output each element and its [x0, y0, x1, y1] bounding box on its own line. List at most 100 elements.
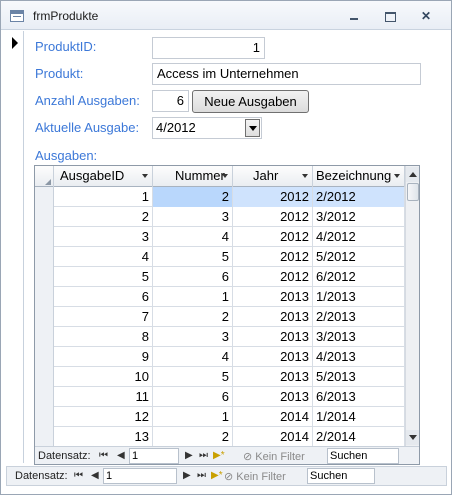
table-cell[interactable]: 2 — [153, 187, 233, 207]
table-cell[interactable]: 7 — [54, 307, 153, 327]
table-cell[interactable]: 2012 — [233, 267, 313, 287]
scroll-down-icon[interactable] — [406, 430, 419, 445]
maximize-button[interactable] — [383, 10, 397, 22]
close-button[interactable]: ✕ — [419, 10, 433, 22]
produktid-field[interactable]: 1 — [152, 37, 265, 59]
neue-ausgaben-button[interactable]: Neue Ausgaben — [192, 90, 309, 113]
table-cell[interactable]: 3 — [153, 207, 233, 227]
row-selector[interactable] — [35, 227, 54, 247]
table-cell[interactable]: 4 — [54, 247, 153, 267]
table-cell[interactable]: 2012 — [233, 247, 313, 267]
table-cell[interactable]: 2013 — [233, 347, 313, 367]
subform-filter-indicator[interactable]: ⊘ Kein Filter — [243, 450, 305, 463]
table-cell[interactable]: 2 — [153, 307, 233, 327]
table-cell[interactable]: 4 — [153, 347, 233, 367]
table-cell[interactable]: 12 — [54, 407, 153, 427]
new-record-icon[interactable]: ▶* — [213, 450, 225, 461]
table-cell[interactable]: 2013 — [233, 327, 313, 347]
table-row[interactable]: 1 2 2012 2/2012 — [35, 187, 405, 207]
row-selector[interactable] — [35, 187, 54, 207]
last-record-icon[interactable]: ⏭ — [197, 470, 206, 481]
previous-record-icon[interactable]: ◀ — [91, 470, 99, 481]
record-selector[interactable] — [6, 31, 24, 463]
table-cell[interactable]: 2012 — [233, 187, 313, 207]
subform-search-box[interactable]: Suchen — [327, 448, 399, 464]
main-search-box[interactable]: Suchen — [307, 468, 375, 484]
scroll-up-icon[interactable] — [406, 167, 419, 182]
table-row[interactable]: 11 6 2013 6/2013 — [35, 387, 405, 407]
chevron-down-icon[interactable] — [245, 119, 260, 137]
table-cell[interactable]: 1 — [153, 287, 233, 307]
aktuelle-ausgabe-combo[interactable]: 4/2012 — [152, 117, 262, 139]
table-cell[interactable]: 2014 — [233, 427, 313, 447]
table-row[interactable]: 2 3 2012 3/2012 — [35, 207, 405, 227]
table-cell[interactable]: 5 — [54, 267, 153, 287]
first-record-icon[interactable]: ⏮ — [99, 450, 108, 461]
table-cell[interactable]: 3/2013 — [313, 327, 405, 347]
table-cell[interactable]: 6 — [153, 387, 233, 407]
row-selector[interactable] — [35, 427, 54, 447]
table-cell[interactable]: 4/2013 — [313, 347, 405, 367]
select-all-corner[interactable] — [35, 166, 54, 187]
row-selector[interactable] — [35, 387, 54, 407]
table-cell[interactable]: 2013 — [233, 367, 313, 387]
table-cell[interactable]: 9 — [54, 347, 153, 367]
minimize-button[interactable] — [347, 10, 361, 22]
table-row[interactable]: 3 4 2012 4/2012 — [35, 227, 405, 247]
column-header-jahr[interactable]: Jahr — [233, 166, 313, 187]
table-row[interactable]: 5 6 2012 6/2012 — [35, 267, 405, 287]
table-cell[interactable]: 2/2013 — [313, 307, 405, 327]
row-selector[interactable] — [35, 347, 54, 367]
table-cell[interactable]: 1 — [54, 187, 153, 207]
row-selector[interactable] — [35, 287, 54, 307]
row-selector[interactable] — [35, 207, 54, 227]
table-row[interactable]: 4 5 2012 5/2012 — [35, 247, 405, 267]
row-selector[interactable] — [35, 407, 54, 427]
new-record-icon[interactable]: ▶* — [211, 470, 223, 481]
subform-record-number[interactable]: 1 — [129, 448, 179, 464]
table-cell[interactable]: 2012 — [233, 207, 313, 227]
table-cell[interactable]: 13 — [54, 427, 153, 447]
table-cell[interactable]: 10 — [54, 367, 153, 387]
main-record-number[interactable]: 1 — [103, 468, 177, 484]
table-cell[interactable]: 2012 — [233, 227, 313, 247]
table-cell[interactable]: 3 — [153, 327, 233, 347]
next-record-icon[interactable]: ▶ — [183, 470, 191, 481]
table-row[interactable]: 6 1 2013 1/2013 — [35, 287, 405, 307]
table-cell[interactable]: 6/2013 — [313, 387, 405, 407]
main-filter-indicator[interactable]: ⊘ Kein Filter — [224, 470, 286, 483]
table-cell[interactable]: 2013 — [233, 387, 313, 407]
row-selector[interactable] — [35, 367, 54, 387]
row-selector[interactable] — [35, 307, 54, 327]
table-cell[interactable]: 3/2012 — [313, 207, 405, 227]
produkt-field[interactable]: Access im Unternehmen — [152, 63, 421, 85]
table-cell[interactable]: 5/2012 — [313, 247, 405, 267]
column-header-ausgabeid[interactable]: AusgabeID — [54, 166, 153, 187]
previous-record-icon[interactable]: ◀ — [117, 450, 125, 461]
table-cell[interactable]: 4/2012 — [313, 227, 405, 247]
row-selector[interactable] — [35, 267, 54, 287]
table-row[interactable]: 10 5 2013 5/2013 — [35, 367, 405, 387]
column-header-bezeichnung[interactable]: Bezeichnung — [313, 166, 405, 187]
table-cell[interactable]: 1/2014 — [313, 407, 405, 427]
table-cell[interactable]: 2/2012 — [313, 187, 405, 207]
vertical-scrollbar[interactable] — [405, 166, 419, 446]
table-row[interactable]: 9 4 2013 4/2013 — [35, 347, 405, 367]
row-selector[interactable] — [35, 327, 54, 347]
table-row[interactable]: 8 3 2013 3/2013 — [35, 327, 405, 347]
table-cell[interactable]: 3 — [54, 227, 153, 247]
table-row[interactable]: 12 1 2014 1/2014 — [35, 407, 405, 427]
next-record-icon[interactable]: ▶ — [185, 450, 193, 461]
row-selector[interactable] — [35, 247, 54, 267]
table-cell[interactable]: 6 — [54, 287, 153, 307]
last-record-icon[interactable]: ⏭ — [199, 450, 208, 461]
scroll-thumb[interactable] — [407, 183, 419, 201]
table-cell[interactable]: 2 — [54, 207, 153, 227]
first-record-icon[interactable]: ⏮ — [74, 470, 83, 481]
table-cell[interactable]: 2/2014 — [313, 427, 405, 447]
table-cell[interactable]: 2013 — [233, 287, 313, 307]
table-cell[interactable]: 5 — [153, 247, 233, 267]
table-cell[interactable]: 5 — [153, 367, 233, 387]
table-cell[interactable]: 6 — [153, 267, 233, 287]
table-cell[interactable]: 4 — [153, 227, 233, 247]
